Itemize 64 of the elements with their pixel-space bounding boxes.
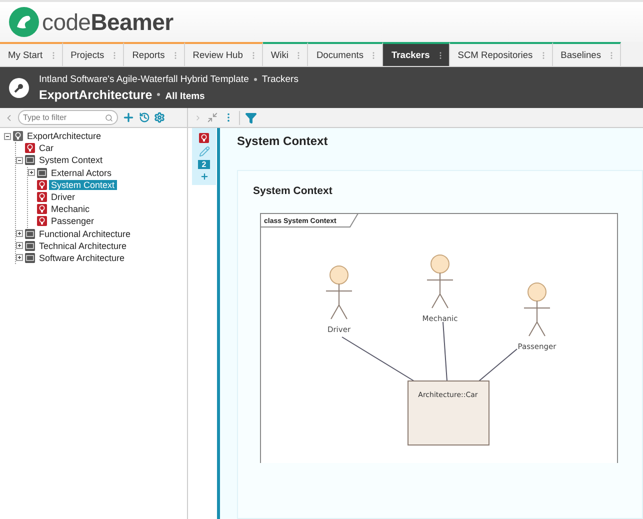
folder-icon [37, 168, 47, 178]
nav-tab[interactable]: Reports [124, 42, 185, 66]
view-selector[interactable]: All Items [165, 90, 205, 102]
tree-item[interactable]: ExportArchitecture [25, 131, 104, 142]
comment-count[interactable]: 2 [198, 160, 210, 169]
nav-tab[interactable]: Review Hub [184, 42, 263, 66]
nav-tab[interactable]: Projects [62, 42, 124, 66]
tree-item[interactable]: External Actors [49, 168, 114, 178]
tree-item[interactable]: Functional Architecture [37, 228, 133, 239]
nav-tab[interactable]: My Start [0, 42, 63, 66]
tree-item[interactable]: Driver [49, 192, 77, 202]
filter-box[interactable]: Type to filter [18, 110, 118, 125]
actor-figure [326, 266, 352, 320]
association-line [478, 348, 518, 382]
nav-tab[interactable]: Documents [308, 42, 384, 66]
edit-icon[interactable] [198, 146, 210, 157]
lightbulb-icon [37, 204, 47, 214]
tree-item[interactable]: Technical Architecture [37, 240, 129, 251]
section-link[interactable]: Trackers [262, 74, 298, 84]
tree-item[interactable]: Passenger [49, 216, 96, 226]
tree-item[interactable]: Software Architecture [37, 252, 127, 263]
lightbulb-icon [37, 192, 47, 202]
actor-figure [426, 254, 454, 308]
expand-toggle[interactable] [16, 156, 23, 164]
card-title: System Context [253, 185, 334, 197]
lightbulb-icon [37, 216, 47, 226]
expand-toggle[interactable] [16, 230, 23, 238]
folder-icon [25, 252, 35, 263]
collapse-all-icon[interactable] [207, 112, 218, 123]
expand-toggle[interactable] [16, 242, 23, 250]
association-line [442, 322, 448, 382]
tree-item[interactable]: Car [37, 143, 56, 154]
project-link[interactable]: Intland Software's Agile-Waterfall Hybrid Template [39, 74, 249, 84]
expand-toggle[interactable] [16, 254, 23, 262]
expand-toggle[interactable] [28, 169, 35, 176]
add-icon[interactable] [122, 111, 135, 124]
nav-tab[interactable]: Trackers [383, 42, 450, 66]
tree-item[interactable]: System Context [37, 155, 105, 166]
logo-icon [9, 7, 39, 37]
filter-icon[interactable] [245, 112, 257, 124]
lightbulb-icon [13, 131, 23, 142]
lightbulb-icon [37, 180, 47, 190]
nav-tab[interactable]: Baselines [552, 42, 621, 66]
tracker-icon [9, 78, 29, 98]
tree-item[interactable]: Mechanic [49, 204, 92, 214]
tracker-title[interactable]: ExportArchitecture [39, 88, 152, 102]
search-icon[interactable] [105, 114, 113, 122]
lightbulb-icon [199, 133, 209, 143]
filter-field[interactable]: Type to filter [23, 113, 103, 122]
expand-toggle[interactable] [4, 132, 11, 140]
add-icon[interactable] [200, 172, 208, 181]
actor-figure [524, 282, 550, 336]
expand-icon[interactable] [194, 114, 202, 122]
lightbulb-icon [25, 143, 35, 154]
nav-tab[interactable]: SCM Repositories [450, 42, 553, 66]
nav-tab[interactable]: Wiki [262, 42, 308, 66]
logo-text: codeBeamer [42, 8, 174, 36]
history-icon[interactable] [139, 112, 150, 123]
folder-icon [25, 228, 35, 239]
folder-icon [25, 240, 35, 251]
folder-icon [25, 155, 35, 166]
item-title: System Context [237, 134, 329, 148]
tree-item[interactable]: System Context [49, 180, 117, 190]
settings-icon[interactable] [154, 112, 165, 123]
